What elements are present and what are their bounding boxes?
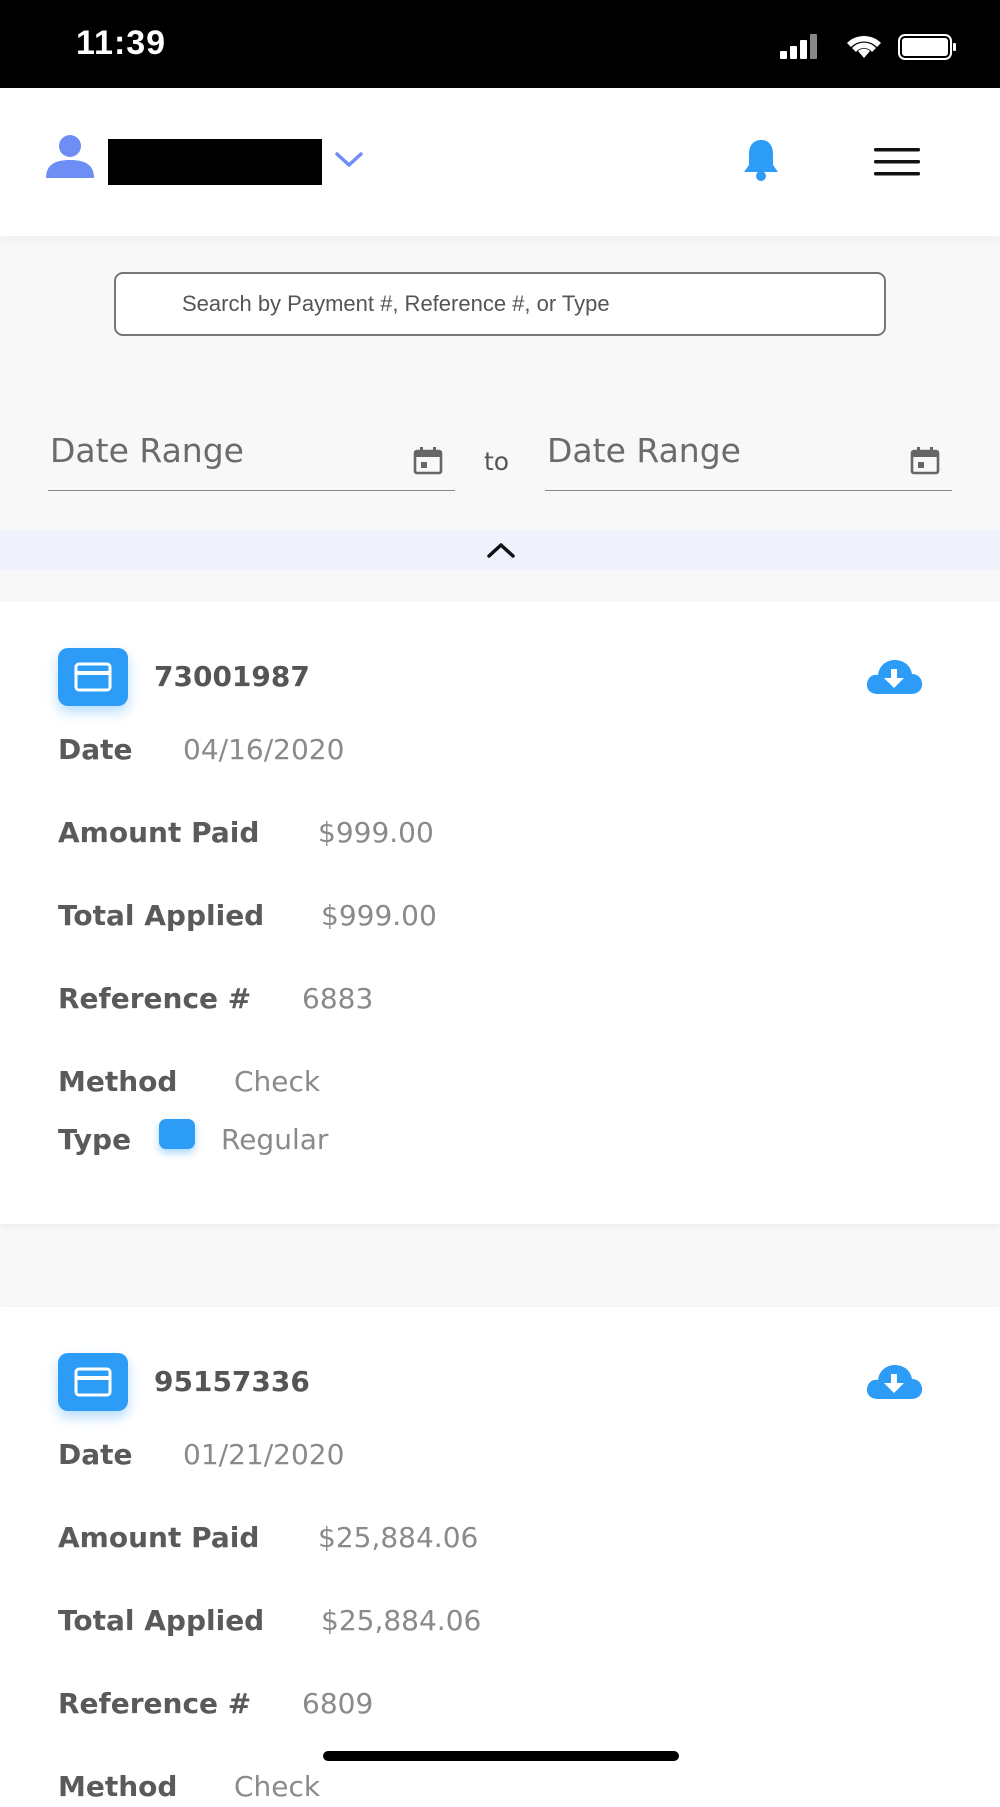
total-applied-row: Total Applied $999.00 (58, 899, 437, 932)
battery-icon (898, 34, 956, 60)
method-label: Method (58, 1065, 178, 1098)
method-row: Method Check (58, 1065, 320, 1098)
credit-card-icon (58, 648, 128, 706)
cloud-download-icon[interactable] (864, 1363, 924, 1405)
date-range-from-label: Date Range (50, 431, 244, 470)
date-label: Date (58, 733, 133, 766)
payment-number: 73001987 (154, 660, 310, 693)
status-time: 11:39 (76, 24, 167, 62)
date-value: 04/16/2020 (183, 733, 345, 766)
date-range-to-label: Date Range (547, 431, 741, 470)
reference-value: 6883 (302, 982, 374, 1015)
total-applied-row: Total Applied $25,884.06 (58, 1604, 481, 1637)
method-value: Check (234, 1770, 321, 1803)
home-indicator[interactable] (323, 1751, 679, 1761)
signal-icon (780, 34, 817, 59)
total-applied-label: Total Applied (58, 899, 265, 932)
search-box (114, 272, 886, 336)
search-input[interactable] (116, 274, 884, 334)
amount-paid-row: Amount Paid $999.00 (58, 816, 434, 849)
collapse-filters-bar[interactable] (0, 530, 1000, 570)
chevron-down-icon[interactable] (334, 150, 364, 174)
payment-date-row: Date 04/16/2020 (58, 733, 344, 766)
calendar-icon[interactable] (910, 447, 940, 479)
amount-paid-label: Amount Paid (58, 1521, 260, 1554)
payment-number: 95157336 (154, 1365, 310, 1398)
cloud-download-icon[interactable] (864, 658, 924, 700)
type-value: Regular (221, 1123, 329, 1156)
user-icon[interactable] (44, 134, 96, 182)
calendar-icon[interactable] (413, 447, 443, 479)
total-applied-value: $999.00 (321, 899, 437, 932)
date-label: Date (58, 1438, 133, 1471)
amount-paid-row: Amount Paid $25,884.06 (58, 1521, 478, 1554)
reference-label: Reference # (58, 1687, 252, 1720)
reference-label: Reference # (58, 982, 252, 1015)
reference-row: Reference # 6883 (58, 982, 373, 1015)
method-value: Check (234, 1065, 321, 1098)
credit-card-icon (58, 1353, 128, 1411)
method-row: Method Check (58, 1770, 320, 1803)
status-bar: 11:39 (0, 0, 1000, 88)
user-name-redacted[interactable] (108, 139, 322, 185)
chevron-up-icon[interactable] (486, 540, 516, 564)
wifi-icon (847, 35, 881, 58)
date-range-separator: to (484, 447, 510, 476)
date-range-from-field[interactable]: Date Range (48, 420, 455, 491)
total-applied-label: Total Applied (58, 1604, 265, 1637)
date-value: 01/21/2020 (183, 1438, 345, 1471)
bell-icon[interactable] (742, 138, 780, 186)
total-applied-value: $25,884.06 (321, 1604, 482, 1637)
type-color-badge (159, 1119, 195, 1149)
date-range-to-field[interactable]: Date Range (545, 420, 952, 491)
method-label: Method (58, 1770, 178, 1803)
type-label: Type (58, 1123, 132, 1156)
status-icons (780, 32, 960, 62)
payment-date-row: Date 01/21/2020 (58, 1438, 344, 1471)
payment-card[interactable]: 95157336 Date 01/21/2020 Amount Paid $25… (0, 1307, 1000, 1807)
amount-paid-label: Amount Paid (58, 816, 260, 849)
reference-value: 6809 (302, 1687, 374, 1720)
payment-card[interactable]: 73001987 Date 04/16/2020 Amount Paid $99… (0, 602, 1000, 1224)
reference-row: Reference # 6809 (58, 1687, 373, 1720)
type-row: Type Regular (58, 1119, 328, 1156)
hamburger-menu-icon[interactable] (874, 148, 920, 180)
app-header (0, 88, 1000, 236)
amount-paid-value: $25,884.06 (318, 1521, 479, 1554)
amount-paid-value: $999.00 (318, 816, 434, 849)
